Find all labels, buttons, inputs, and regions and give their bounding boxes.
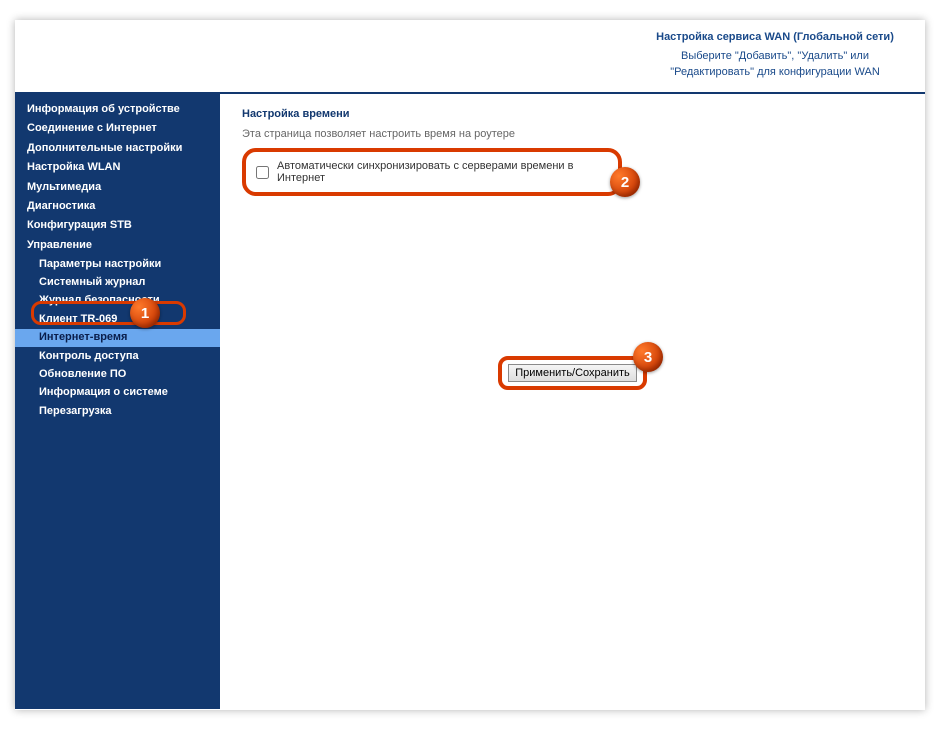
sidebar-item-management[interactable]: Управление xyxy=(15,236,220,255)
sidebar-sub-system-log[interactable]: Системный журнал xyxy=(15,274,220,292)
sidebar-item-wlan-setup[interactable]: Настройка WLAN xyxy=(15,158,220,177)
page-frame: Настройка сервиса WAN (Глобальной сети) … xyxy=(15,20,925,710)
sidebar-sub-access-control[interactable]: Контроль доступа xyxy=(15,347,220,365)
sidebar-sub-reboot[interactable]: Перезагрузка xyxy=(15,402,220,420)
content-row: Информация об устройстве Соединение с Ин… xyxy=(15,94,925,709)
auto-sync-checkbox[interactable] xyxy=(256,166,269,179)
main-pane: Настройка времени Эта страница позволяет… xyxy=(220,94,925,709)
sidebar-item-multimedia[interactable]: Мультимедиа xyxy=(15,178,220,197)
header-help-block: Настройка сервиса WAN (Глобальной сети) … xyxy=(645,30,905,80)
header: Настройка сервиса WAN (Глобальной сети) … xyxy=(15,20,925,92)
sidebar-sub-settings-params[interactable]: Параметры настройки xyxy=(15,255,220,273)
sync-time-box: Автоматически синхронизировать с сервера… xyxy=(242,148,622,196)
sidebar-sub-software-update[interactable]: Обновление ПО xyxy=(15,365,220,383)
header-help-title: Настройка сервиса WAN (Глобальной сети) xyxy=(645,30,905,45)
page-title: Настройка времени xyxy=(242,108,903,120)
header-help-desc: Выберите "Добавить", "Удалить" или "Реда… xyxy=(645,49,905,80)
sidebar-sub-system-info[interactable]: Информация о системе xyxy=(15,384,220,402)
highlight-ring-1 xyxy=(31,301,186,325)
sidebar-item-internet-connection[interactable]: Соединение с Интернет xyxy=(15,119,220,138)
apply-highlight-ring: Применить/Сохранить xyxy=(498,356,647,390)
apply-wrap: Применить/Сохранить xyxy=(242,356,903,390)
sidebar-item-device-info[interactable]: Информация об устройстве xyxy=(15,100,220,119)
auto-sync-label: Автоматически синхронизировать с сервера… xyxy=(277,160,608,184)
sidebar-sub-internet-time[interactable]: Интернет-время xyxy=(15,329,220,347)
page-subtext: Эта страница позволяет настроить время н… xyxy=(242,128,903,140)
sidebar: Информация об устройстве Соединение с Ин… xyxy=(15,94,220,709)
sidebar-item-diagnostics[interactable]: Диагностика xyxy=(15,197,220,216)
sidebar-item-advanced-settings[interactable]: Дополнительные настройки xyxy=(15,139,220,158)
apply-save-button[interactable]: Применить/Сохранить xyxy=(508,364,637,382)
sidebar-item-stb-config[interactable]: Конфигурация STB xyxy=(15,216,220,235)
